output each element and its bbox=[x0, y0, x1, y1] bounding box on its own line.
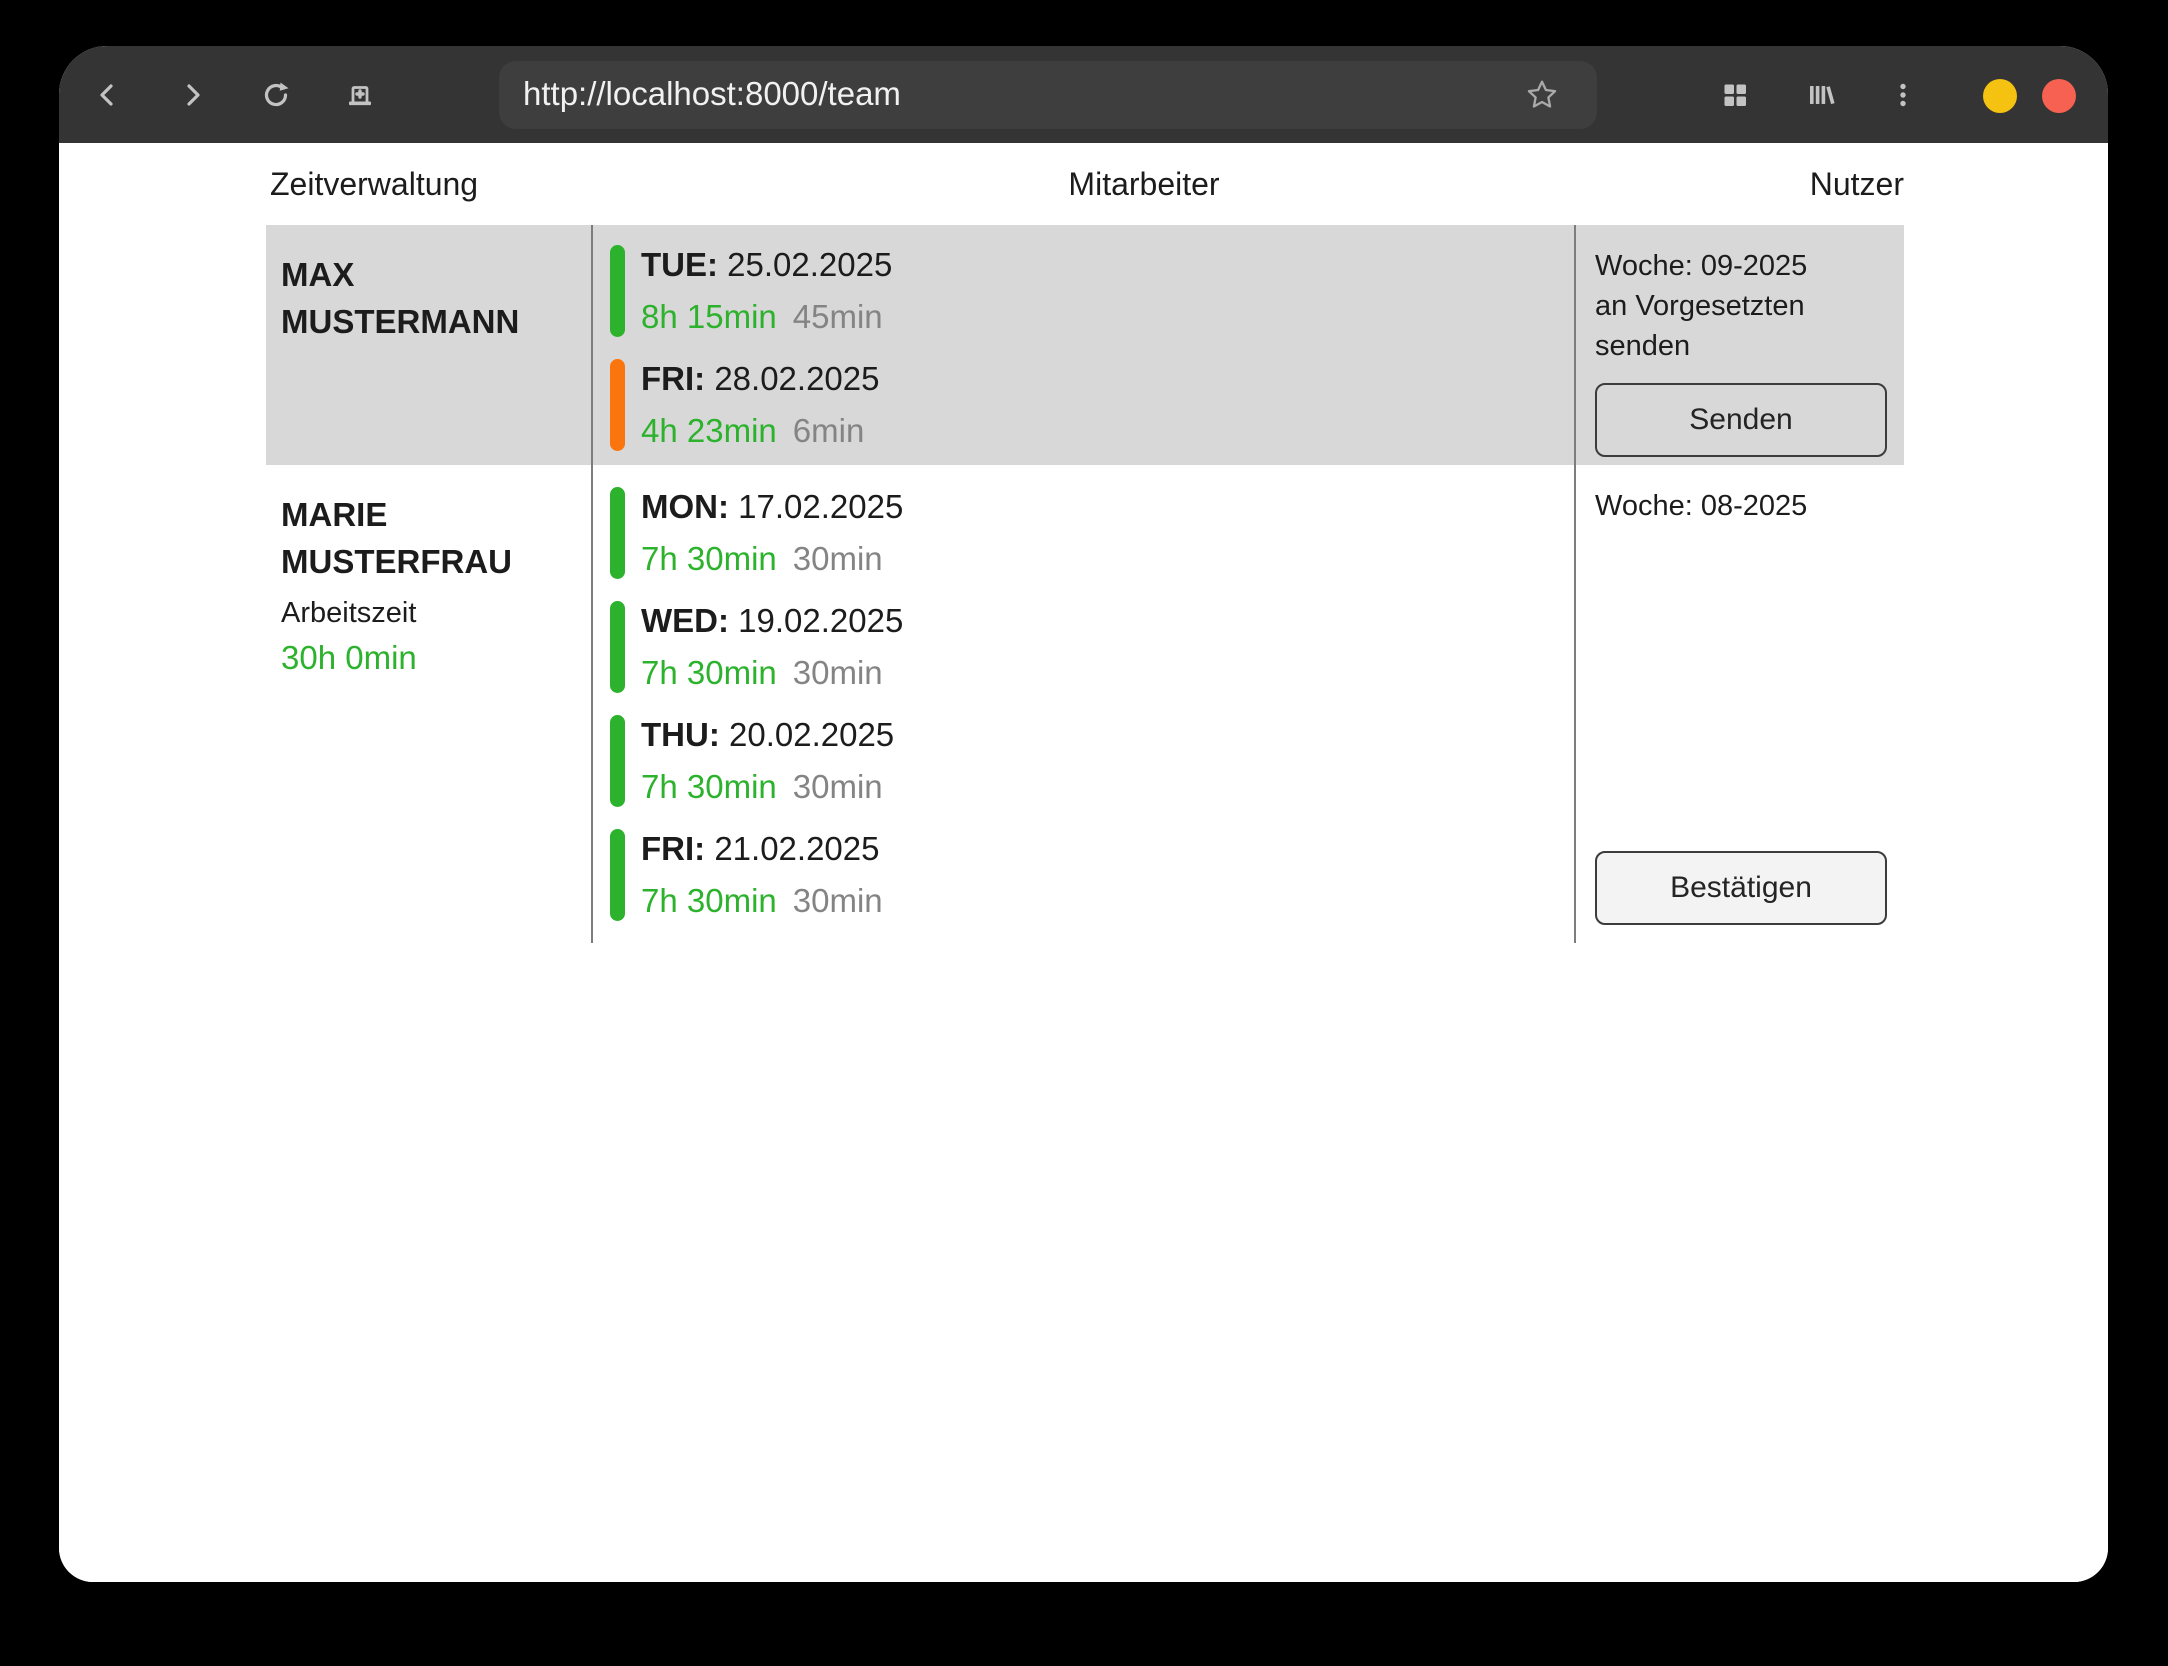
entry-date: 19.02.2025 bbox=[738, 602, 903, 639]
week-label: Woche: 08-2025 bbox=[1595, 486, 1885, 526]
url-bar[interactable]: http://localhost:8000/team bbox=[499, 61, 1597, 129]
entry-date: 25.02.2025 bbox=[727, 246, 892, 283]
entry-worked-time: 7h 30min bbox=[641, 540, 777, 577]
entry-pause-time: 30min bbox=[793, 768, 883, 805]
entry-worked-time: 8h 15min bbox=[641, 298, 777, 335]
employee-row-max: MAX MUSTERMANN TUE: 25.02.2025 8h 15min4… bbox=[266, 225, 1904, 465]
status-bar-green bbox=[610, 245, 625, 337]
entry-date: 20.02.2025 bbox=[729, 716, 894, 753]
entry-date: 21.02.2025 bbox=[714, 830, 879, 867]
entry-pause-time: 6min bbox=[793, 412, 865, 449]
status-bar-green bbox=[610, 829, 625, 921]
page-content: Zeitverwaltung Mitarbeiter Nutzer MAX MU… bbox=[59, 143, 2108, 1582]
tab-grid-icon[interactable] bbox=[1719, 79, 1751, 111]
entry-day-label: FRI: bbox=[641, 830, 705, 867]
time-entry: MON: 17.02.2025 7h 30min 30min bbox=[610, 487, 1574, 579]
entry-day-label: FRI: bbox=[641, 360, 705, 397]
entry-pause-time: 30min bbox=[793, 882, 883, 919]
entry-day-label: TUE: bbox=[641, 246, 718, 283]
nav-item-zeitverwaltung[interactable]: Zeitverwaltung bbox=[270, 166, 478, 203]
entry-worked-time: 7h 30min bbox=[641, 882, 777, 919]
worktime-value: 30h 0min bbox=[281, 638, 577, 678]
employee-name: MAX MUSTERMANN bbox=[266, 225, 591, 473]
new-tab-icon[interactable] bbox=[344, 79, 376, 111]
entry-day-label: MON: bbox=[641, 488, 729, 525]
back-icon[interactable] bbox=[92, 79, 124, 111]
nav-item-mitarbeiter[interactable]: Mitarbeiter bbox=[1068, 166, 1219, 203]
week-label: Woche: 09-2025 bbox=[1595, 246, 1885, 286]
url-text[interactable]: http://localhost:8000/team bbox=[523, 61, 901, 127]
time-entries: MON: 17.02.2025 7h 30min 30min WED: 19.02… bbox=[591, 465, 1574, 943]
window-control-yellow[interactable] bbox=[1983, 79, 2017, 113]
bestaetigen-button[interactable]: Bestätigen bbox=[1595, 851, 1887, 925]
menu-kebab-icon[interactable] bbox=[1887, 79, 1919, 111]
browser-window: http://localhost:8000/team bbox=[59, 46, 2108, 1582]
employee-row-marie: MARIE MUSTERFRAU Arbeitszeit 30h 0min MO… bbox=[266, 465, 1904, 935]
entry-worked-time: 7h 30min bbox=[641, 654, 777, 691]
reload-icon[interactable] bbox=[260, 79, 292, 111]
library-icon[interactable] bbox=[1804, 79, 1836, 111]
time-entry: TUE: 25.02.2025 8h 15min 45min bbox=[610, 245, 1574, 337]
time-entry: FRI: 28.02.2025 4h 23min 6min bbox=[610, 359, 1574, 451]
worktime-label: Arbeitszeit bbox=[281, 596, 577, 630]
time-entry: WED: 19.02.2025 7h 30min 30min bbox=[610, 601, 1574, 693]
entry-worked-time: 7h 30min bbox=[641, 768, 777, 805]
status-bar-green bbox=[610, 487, 625, 579]
entry-date: 28.02.2025 bbox=[714, 360, 879, 397]
status-bar-green bbox=[610, 601, 625, 693]
time-entry: THU: 20.02.2025 7h 30min 30min bbox=[610, 715, 1574, 807]
week-panel: Woche: 09-2025 an Vorgesetzten senden Se… bbox=[1574, 225, 1904, 473]
time-entry: FRI: 21.02.2025 7h 30min 30min bbox=[610, 829, 1574, 921]
team-board: MAX MUSTERMANN TUE: 25.02.2025 8h 15min 4… bbox=[266, 225, 1904, 935]
entry-date: 17.02.2025 bbox=[738, 488, 903, 525]
senden-button[interactable]: Senden bbox=[1595, 383, 1887, 457]
nav-item-nutzer[interactable]: Nutzer bbox=[1810, 166, 1904, 203]
entry-pause-time: 30min bbox=[793, 540, 883, 577]
entry-day-label: THU: bbox=[641, 716, 720, 753]
status-bar-orange bbox=[610, 359, 625, 451]
entry-day-label: WED: bbox=[641, 602, 729, 639]
entry-pause-time: 45min bbox=[793, 298, 883, 335]
browser-toolbar: http://localhost:8000/team bbox=[59, 46, 2108, 143]
employee-name: MARIE MUSTERFRAU bbox=[281, 491, 577, 585]
screenshot-stage: http://localhost:8000/team bbox=[0, 0, 2168, 1666]
time-entries: TUE: 25.02.2025 8h 15min 45min FRI: 28.02… bbox=[591, 225, 1574, 473]
entry-pause-time: 30min bbox=[793, 654, 883, 691]
status-bar-green bbox=[610, 715, 625, 807]
week-note: an Vorgesetzten senden bbox=[1595, 286, 1885, 366]
bookmark-star-icon[interactable] bbox=[1525, 78, 1559, 112]
window-control-red[interactable] bbox=[2042, 79, 2076, 113]
entry-worked-time: 4h 23min bbox=[641, 412, 777, 449]
week-panel: Woche: 08-2025 Bestätigen bbox=[1574, 465, 1904, 943]
forward-icon[interactable] bbox=[176, 79, 208, 111]
